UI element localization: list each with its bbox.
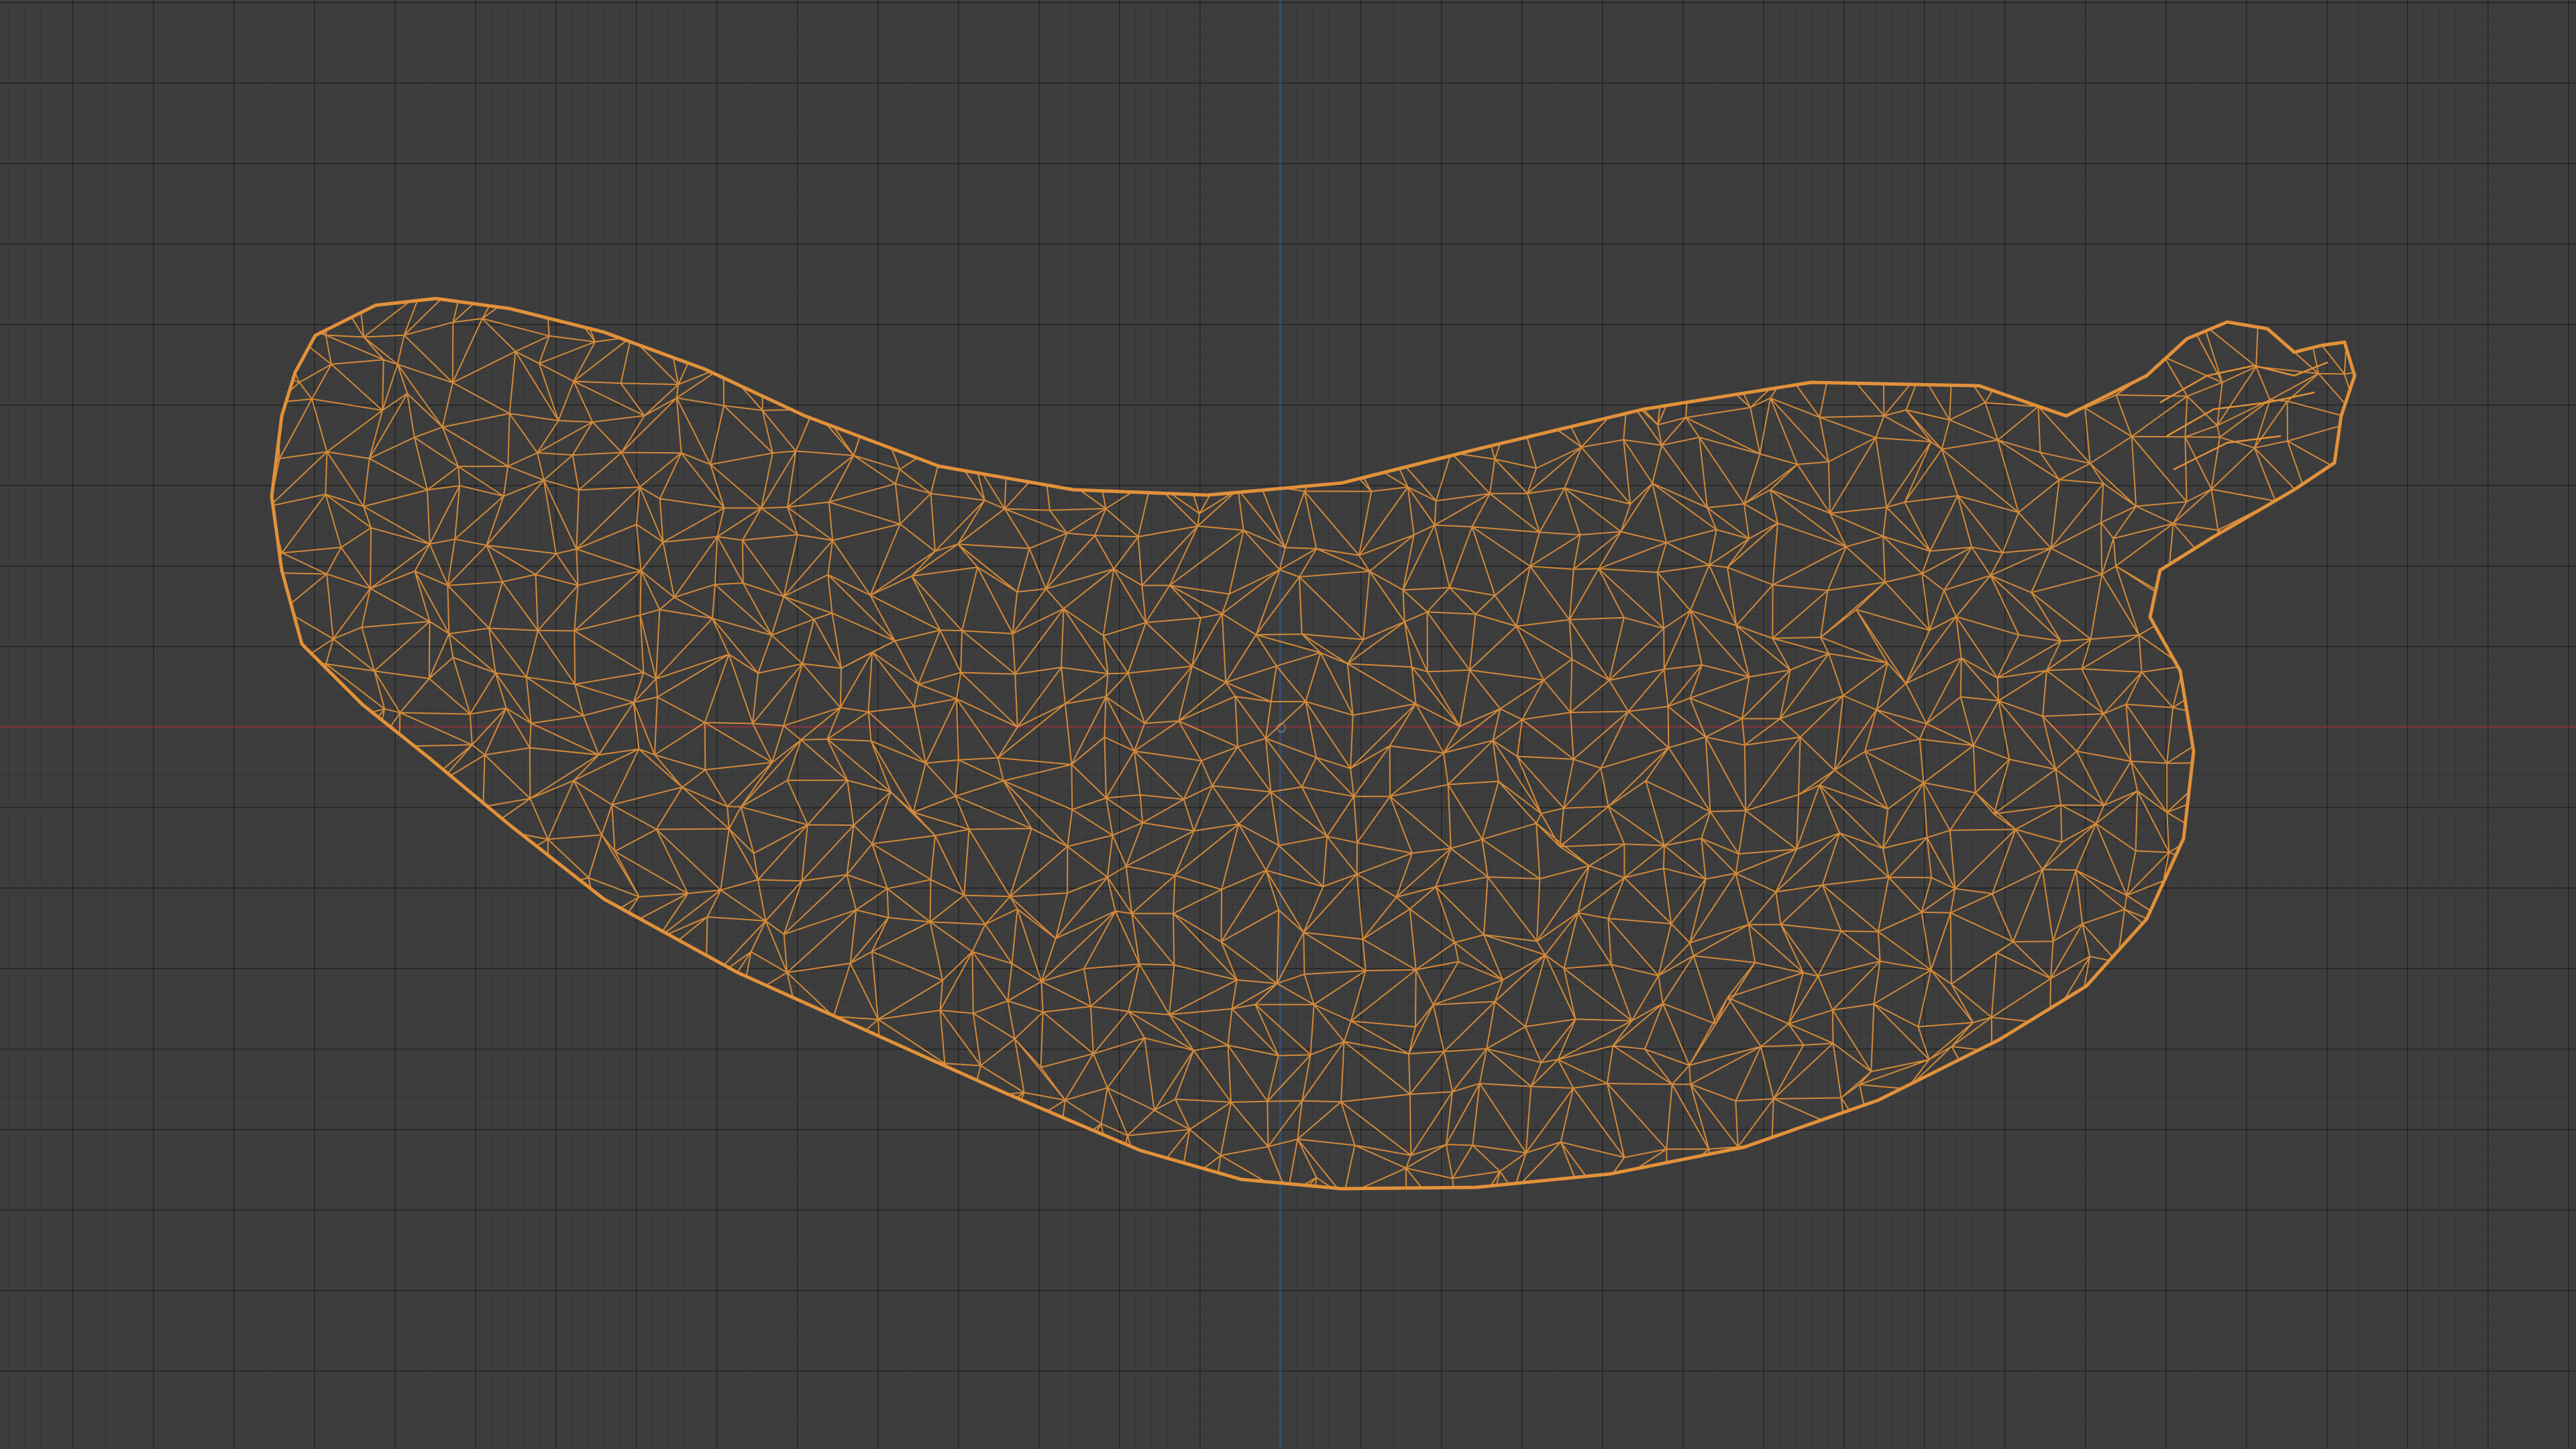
banana-mesh-wireframe[interactable] bbox=[0, 0, 2576, 1449]
3d-viewport[interactable] bbox=[0, 0, 2576, 1449]
